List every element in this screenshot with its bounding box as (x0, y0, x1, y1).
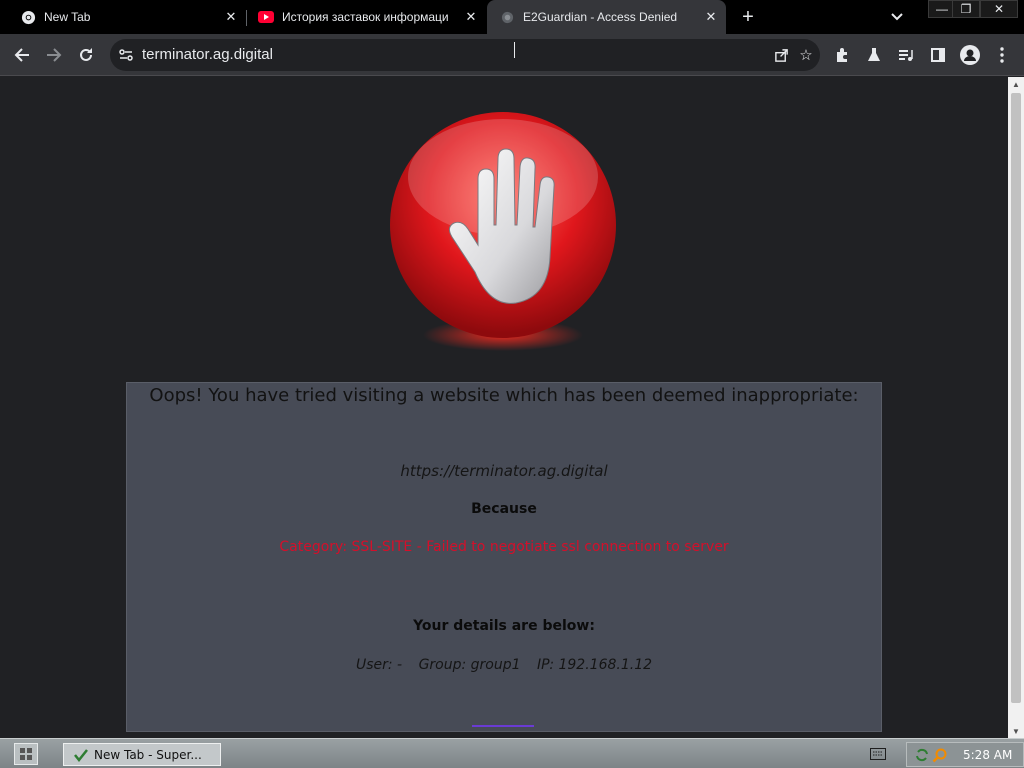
reload-button[interactable] (73, 42, 99, 68)
group-value: Group: group1 (418, 657, 521, 673)
scroll-down-arrow-icon[interactable]: ▼ (1008, 724, 1024, 738)
forward-button[interactable] (41, 42, 67, 68)
os-taskbar: New Tab - Super... 5:28 AM (0, 738, 1024, 768)
site-info-icon[interactable] (118, 47, 134, 63)
labs-flask-icon[interactable] (861, 42, 887, 68)
taskbar-item-label: New Tab - Super... (94, 747, 202, 762)
new-tab-button[interactable]: + (736, 5, 760, 29)
text-cursor-icon (514, 42, 517, 58)
maximize-button[interactable]: ❐ (952, 0, 980, 18)
close-tab-icon[interactable]: ✕ (462, 8, 480, 26)
ip-value: IP: 192.168.1.12 (537, 657, 653, 673)
vertical-scrollbar[interactable]: ▲ ▼ (1008, 77, 1024, 738)
globe-icon (499, 9, 515, 25)
media-queue-icon[interactable] (893, 42, 919, 68)
chrome-icon (20, 9, 36, 25)
extensions-icon[interactable] (829, 42, 855, 68)
details-heading: Your details are below: (413, 618, 595, 634)
access-denied-message-box: Oops! You have tried visiting a website … (126, 382, 882, 732)
close-tab-icon[interactable]: ✕ (702, 8, 720, 26)
keyboard-icon[interactable] (870, 747, 886, 761)
browser-toolbar: terminator.ag.digital ☆ (0, 34, 1024, 76)
side-panel-icon[interactable] (925, 42, 951, 68)
tab-youtube[interactable]: История заставок информаци ✕ (238, 0, 486, 34)
page-title: Oops! You have tried visiting a website … (149, 385, 859, 406)
browser-icon (72, 747, 90, 763)
link-underline[interactable] (472, 725, 534, 727)
profile-avatar-icon[interactable] (957, 42, 983, 68)
tab-search-chevron-icon[interactable] (886, 6, 908, 28)
scrollbar-thumb[interactable] (1011, 93, 1021, 703)
user-value: User: - (355, 657, 403, 673)
because-label: Because (471, 501, 537, 517)
stop-hand-icon (380, 107, 630, 357)
youtube-icon (258, 9, 274, 25)
taskbar-clock[interactable]: 5:28 AM (963, 748, 1012, 762)
system-tray: 5:28 AM (906, 742, 1024, 767)
tab-title: История заставок информаци (282, 10, 449, 24)
scroll-up-arrow-icon[interactable]: ▲ (1008, 77, 1024, 91)
share-icon[interactable] (770, 44, 792, 66)
tab-access-denied[interactable]: E2Guardian - Access Denied ✕ (487, 0, 726, 34)
bookmark-star-icon[interactable]: ☆ (795, 44, 817, 66)
taskbar-browser-item[interactable]: New Tab - Super... (63, 743, 221, 766)
network-refresh-icon[interactable] (913, 746, 931, 764)
address-bar[interactable]: terminator.ag.digital ☆ (110, 39, 820, 71)
tab-title: New Tab (44, 10, 91, 24)
back-button[interactable] (9, 42, 35, 68)
search-icon[interactable] (931, 746, 949, 764)
blocked-url: https://terminator.ag.digital (400, 462, 608, 480)
block-reason: Category: SSL-SITE - Failed to negotiate… (279, 539, 729, 555)
close-window-button[interactable]: ✕ (980, 0, 1018, 18)
tab-new-tab[interactable]: New Tab ✕ (0, 0, 246, 34)
tab-strip: New Tab ✕ История заставок информаци ✕ E… (0, 0, 1024, 34)
user-details: User: - Group: group1 IP: 192.168.1.12 (127, 657, 881, 673)
tab-title: E2Guardian - Access Denied (523, 10, 678, 24)
url-text[interactable]: terminator.ag.digital (142, 46, 273, 63)
menu-kebab-icon[interactable] (989, 42, 1015, 68)
start-menu-button[interactable] (14, 743, 38, 765)
page-content: Oops! You have tried visiting a website … (0, 77, 1008, 738)
